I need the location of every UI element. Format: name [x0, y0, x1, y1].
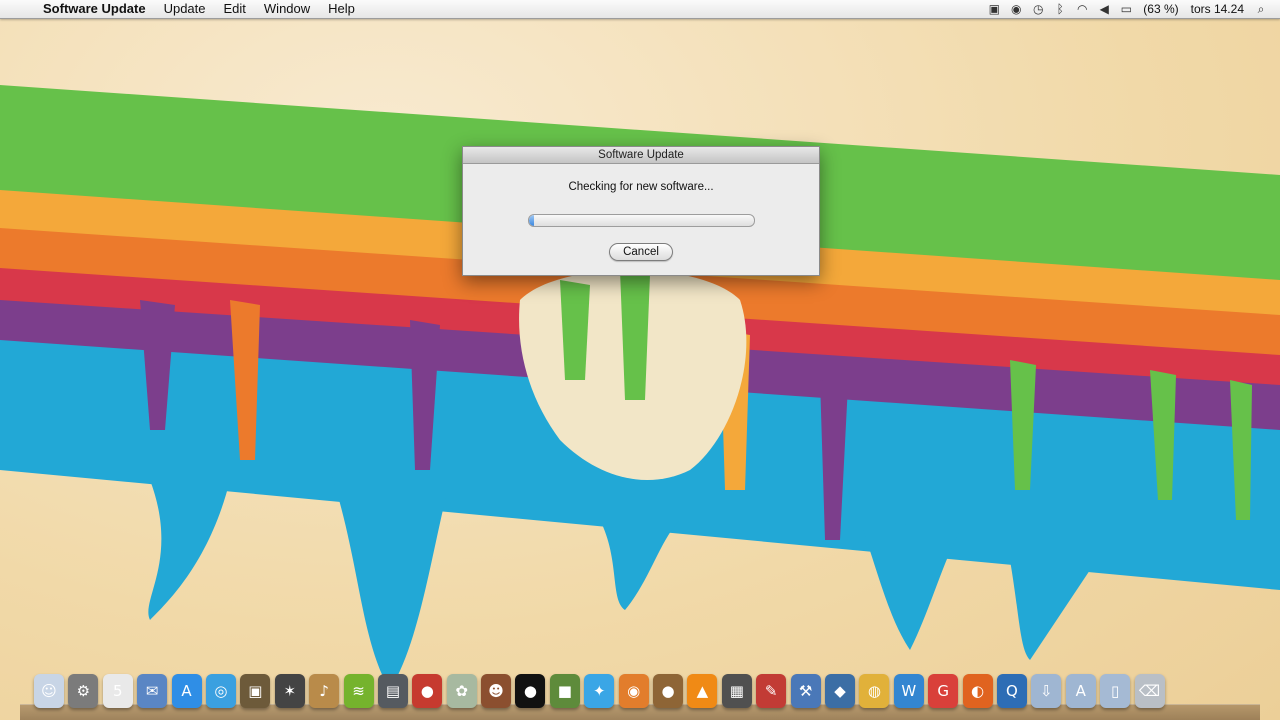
game-character-icon[interactable]: ☻	[481, 674, 512, 708]
garage-tool-icon[interactable]: ✶	[274, 674, 305, 708]
dock-icons: ☺ ⚙ 5 ✉ A ◎ ▣ ✶ ♪ ≋ ▤ ● ✿ ☻ ● ■ ✦ ◉ ● ▲ ▦ ✎ ⚒ ◆ ◍ W G ◐ Q ⇩ A ▯ ⌫	[34, 674, 1165, 708]
eye-icon[interactable]: ◉	[1005, 0, 1027, 18]
mail-icon[interactable]: ✉	[137, 674, 168, 708]
screen-record-icon[interactable]: ▣	[983, 0, 1005, 18]
system-preferences-icon[interactable]: ⚙	[68, 674, 99, 708]
status-message: Checking for new software...	[568, 181, 714, 193]
network-icon[interactable]: ◍	[859, 674, 890, 708]
menu-window[interactable]: Window	[255, 0, 319, 18]
menu-edit[interactable]: Edit	[215, 0, 255, 18]
spotlight-search-icon[interactable]: ⌕	[1250, 0, 1272, 18]
quicktime-icon[interactable]: Q	[996, 674, 1027, 708]
word-icon[interactable]: W	[893, 674, 924, 708]
dock: ☺ ⚙ 5 ✉ A ◎ ▣ ✶ ♪ ≋ ▤ ● ✿ ☻ ● ■ ✦ ◉ ● ▲ ▦ ✎ ⚒ ◆ ◍ W G ◐ Q ⇩ A ▯ ⌫	[20, 674, 1260, 720]
calendar-icon[interactable]: 5	[102, 674, 133, 708]
desktop-wallpaper	[0, 0, 1280, 720]
trash-icon[interactable]: ⌫	[1134, 674, 1165, 708]
movie-icon[interactable]: ▦	[721, 674, 752, 708]
photo-app-icon[interactable]: ◉	[618, 674, 649, 708]
applications-folder-icon[interactable]: A	[1065, 674, 1096, 708]
battery-percentage: (63 %)	[1143, 2, 1179, 16]
progress-fill	[529, 215, 534, 226]
twitter-icon[interactable]: ✦	[584, 674, 615, 708]
black-app-icon[interactable]: ●	[515, 674, 546, 708]
xcode-icon[interactable]: ⚒	[790, 674, 821, 708]
firefox-icon[interactable]: ◐	[962, 674, 993, 708]
vlc-icon[interactable]: ▲	[687, 674, 718, 708]
chrome-app-icon[interactable]: G	[928, 674, 959, 708]
cancel-button[interactable]: Cancel	[609, 243, 673, 261]
finder-icon[interactable]: ☺	[34, 674, 64, 708]
script-icon[interactable]: ✎	[756, 674, 787, 708]
spotify-icon[interactable]: ≋	[343, 674, 374, 708]
menu-help[interactable]: Help	[319, 0, 364, 18]
progress-bar	[528, 214, 755, 227]
acorn-icon[interactable]: ●	[653, 674, 684, 708]
menu-update[interactable]: Update	[155, 0, 215, 18]
time-machine-icon[interactable]: ◷	[1027, 0, 1049, 18]
battery-icon[interactable]: ▭	[1115, 0, 1137, 18]
menu-clock[interactable]: tors 14.24	[1185, 2, 1250, 16]
dialog-title: Software Update	[463, 147, 819, 164]
status-area: ▣ ◉ ◷ ᛒ ◠ ◀ ▭ (63 %) tors 14.24 ⌕	[983, 0, 1280, 18]
minecraft-icon[interactable]: ■	[549, 674, 580, 708]
paint-stripes-wallpaper	[0, 85, 1280, 690]
bluetooth-icon[interactable]: ᛒ	[1049, 0, 1071, 18]
app-store-icon[interactable]: A	[171, 674, 202, 708]
angry-birds-icon[interactable]: ●	[412, 674, 443, 708]
menu-app-name[interactable]: Software Update	[34, 0, 155, 18]
volume-icon[interactable]: ◀	[1093, 0, 1115, 18]
downloads-folder-icon[interactable]: ⇩	[1031, 674, 1062, 708]
software-update-dialog: Software Update Checking for new softwar…	[462, 146, 820, 276]
menu-bar: Software Update Update Edit Window Help …	[0, 0, 1280, 19]
app-icon-plants[interactable]: ✿	[446, 674, 477, 708]
wifi-icon[interactable]: ◠	[1071, 0, 1093, 18]
safari-icon[interactable]: ◎	[205, 674, 236, 708]
documents-folder-icon[interactable]: ▯	[1100, 674, 1131, 708]
guitar-icon[interactable]: ♪	[309, 674, 340, 708]
preview-icon[interactable]: ▣	[240, 674, 271, 708]
python-icon[interactable]: ◆	[824, 674, 855, 708]
steam-icon[interactable]: ▤	[377, 674, 408, 708]
